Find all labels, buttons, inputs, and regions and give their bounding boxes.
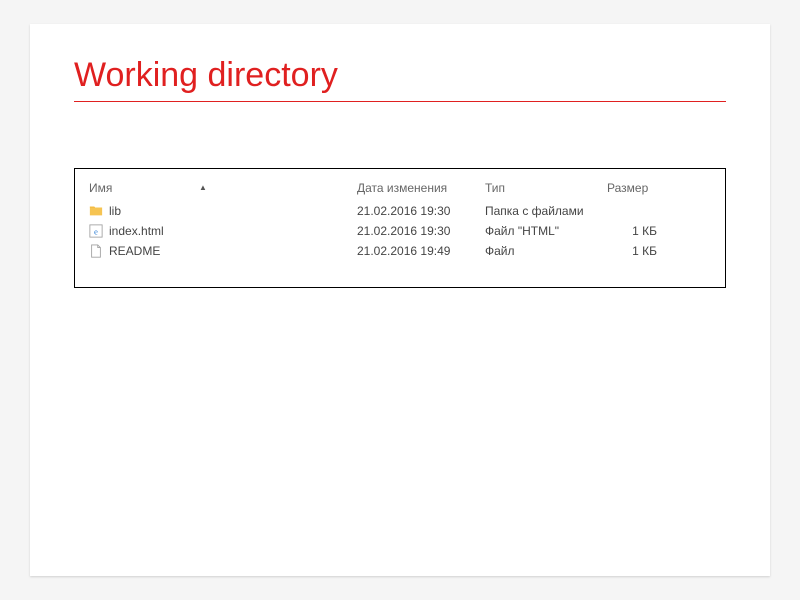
file-type: Файл "HTML": [485, 224, 607, 238]
file-list-header: Имя ▲ Дата изменения Тип Размер: [89, 177, 711, 201]
column-header-type[interactable]: Тип: [485, 181, 607, 195]
file-icon: [89, 244, 103, 258]
title-rule: [74, 101, 726, 102]
file-size: 1 КБ: [607, 244, 657, 258]
sort-asc-icon: ▲: [199, 183, 207, 192]
file-type: Папка с файлами: [485, 204, 607, 218]
file-size: 1 КБ: [607, 224, 657, 238]
table-row[interactable]: README 21.02.2016 19:49 Файл 1 КБ: [89, 241, 711, 261]
column-header-date[interactable]: Дата изменения: [357, 181, 485, 195]
svg-text:e: e: [94, 227, 98, 237]
html-file-icon: e: [89, 224, 103, 238]
folder-icon: [89, 204, 103, 218]
column-header-size[interactable]: Размер: [607, 181, 657, 195]
column-header-name-label: Имя: [89, 181, 112, 195]
file-explorer-panel: Имя ▲ Дата изменения Тип Размер lib 21.0…: [74, 168, 726, 288]
page-title: Working directory: [74, 56, 726, 95]
file-name: README: [109, 244, 160, 258]
slide: Working directory Имя ▲ Дата изменения Т…: [30, 24, 770, 576]
table-row[interactable]: lib 21.02.2016 19:30 Папка с файлами: [89, 201, 711, 221]
file-name: lib: [109, 204, 121, 218]
file-date: 21.02.2016 19:30: [357, 224, 485, 238]
column-header-name[interactable]: Имя ▲: [89, 181, 357, 195]
file-name: index.html: [109, 224, 164, 238]
file-date: 21.02.2016 19:49: [357, 244, 485, 258]
file-date: 21.02.2016 19:30: [357, 204, 485, 218]
file-type: Файл: [485, 244, 607, 258]
table-row[interactable]: e index.html 21.02.2016 19:30 Файл "HTML…: [89, 221, 711, 241]
